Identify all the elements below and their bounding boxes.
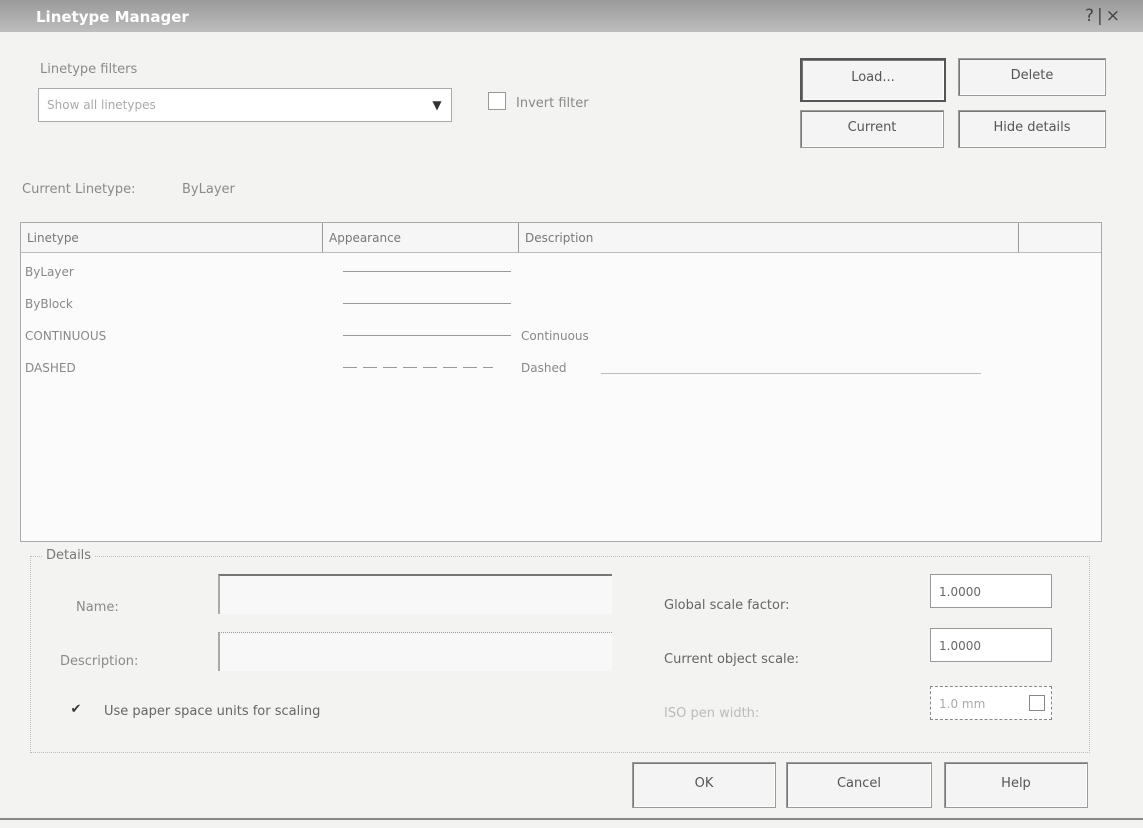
iso-pen-label: ISO pen width: bbox=[664, 706, 760, 721]
iso-pen-value: 1.0 mm bbox=[939, 697, 986, 711]
list-item[interactable]: DASHED Dashed bbox=[21, 353, 1101, 383]
list-item[interactable]: CONTINUOUS Continuous bbox=[21, 321, 1101, 351]
linetype-name: ByBlock bbox=[25, 297, 73, 311]
linetype-filter-select[interactable]: Show all linetypes ▼ bbox=[38, 88, 452, 122]
paper-space-label: Use paper space units for scaling bbox=[104, 704, 321, 719]
ok-button[interactable]: OK bbox=[632, 762, 776, 808]
paper-space-checkbox[interactable]: ✔ bbox=[68, 702, 84, 718]
cancel-button[interactable]: Cancel bbox=[786, 762, 932, 808]
invert-filter-checkbox[interactable] bbox=[488, 92, 506, 110]
linetype-filters-label: Linetype filters bbox=[40, 62, 138, 77]
chevron-down-icon[interactable] bbox=[1029, 695, 1045, 711]
load-button[interactable]: Load... bbox=[800, 58, 946, 102]
name-field[interactable] bbox=[218, 574, 612, 614]
column-linetype[interactable]: Linetype bbox=[21, 223, 323, 253]
current-scale-field[interactable]: 1.0000 bbox=[930, 628, 1052, 662]
current-linetype-value: ByLayer bbox=[182, 182, 235, 197]
delete-button[interactable]: Delete bbox=[958, 58, 1106, 96]
linetype-description: Dashed bbox=[521, 361, 567, 375]
global-scale-field[interactable]: 1.0000 bbox=[930, 574, 1052, 608]
linetype-appearance bbox=[343, 335, 511, 336]
linetype-name: ByLayer bbox=[25, 265, 74, 279]
chevron-down-icon[interactable]: ▼ bbox=[427, 95, 447, 115]
linetype-name: DASHED bbox=[25, 361, 76, 375]
title-bar: Linetype Manager ?|× bbox=[0, 0, 1143, 32]
description-label: Description: bbox=[60, 654, 139, 669]
current-button[interactable]: Current bbox=[800, 110, 944, 148]
window-title: Linetype Manager bbox=[36, 8, 189, 26]
list-header: Linetype Appearance Description bbox=[21, 223, 1101, 253]
linetype-filter-value: Show all linetypes bbox=[47, 98, 156, 112]
linetype-list[interactable]: Linetype Appearance Description ByLayer … bbox=[20, 222, 1102, 542]
window-bottom-border bbox=[0, 818, 1143, 820]
column-description[interactable]: Description bbox=[519, 223, 1019, 253]
column-filler bbox=[1019, 223, 1101, 253]
details-title: Details bbox=[42, 548, 96, 563]
list-item[interactable]: ByLayer bbox=[21, 257, 1101, 287]
title-controls[interactable]: ?|× bbox=[1085, 6, 1123, 26]
help-button[interactable]: Help bbox=[944, 762, 1088, 808]
name-label: Name: bbox=[76, 600, 119, 615]
description-field[interactable] bbox=[218, 632, 612, 671]
description-underline bbox=[601, 373, 981, 374]
current-scale-label: Current object scale: bbox=[664, 652, 800, 667]
global-scale-label: Global scale factor: bbox=[664, 598, 790, 613]
linetype-appearance bbox=[343, 303, 511, 304]
hide-details-button[interactable]: Hide details bbox=[958, 110, 1106, 148]
invert-filter-label: Invert filter bbox=[516, 96, 589, 111]
list-item[interactable]: ByBlock bbox=[21, 289, 1101, 319]
linetype-appearance bbox=[343, 271, 511, 272]
linetype-appearance bbox=[343, 367, 493, 368]
column-appearance[interactable]: Appearance bbox=[323, 223, 519, 253]
iso-pen-select[interactable]: 1.0 mm bbox=[930, 686, 1052, 720]
linetype-description: Continuous bbox=[521, 329, 589, 343]
current-linetype-label: Current Linetype: bbox=[22, 182, 136, 197]
linetype-name: CONTINUOUS bbox=[25, 329, 107, 343]
